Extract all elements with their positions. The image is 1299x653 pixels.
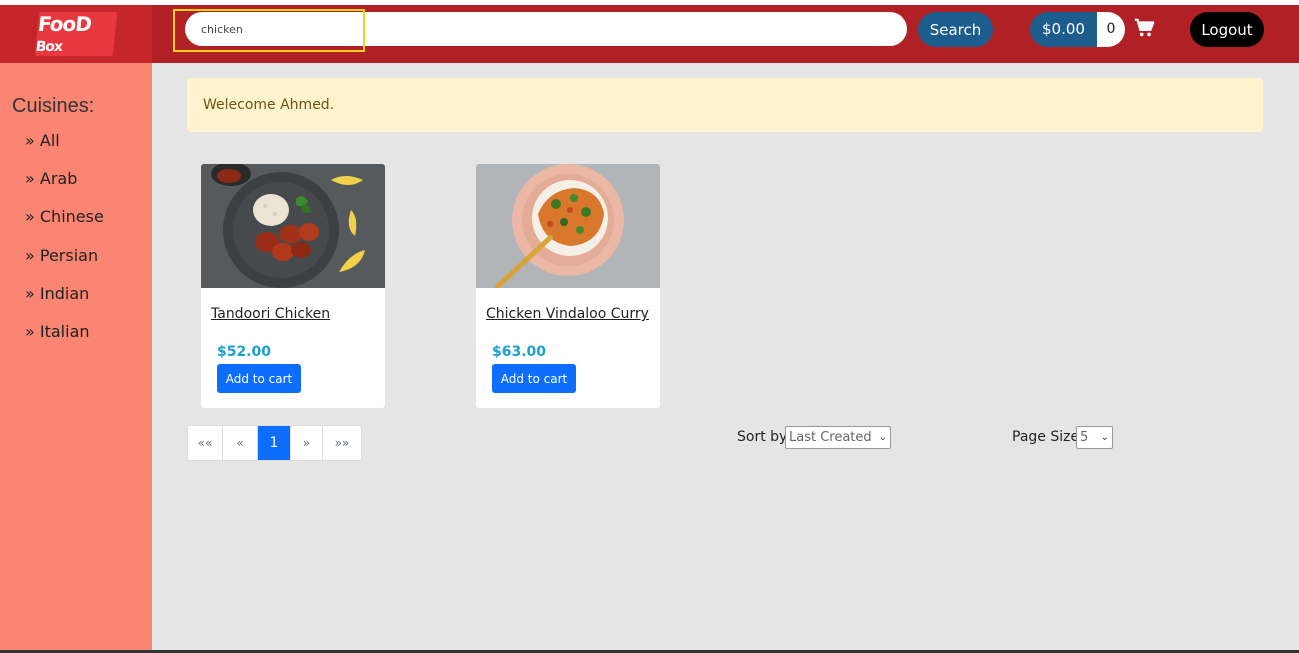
product-price: $52.00: [217, 344, 272, 360]
product-price: $63.00: [492, 344, 547, 360]
page-size-label: Page Size: [1012, 429, 1080, 445]
pagination: «« « 1 » »»: [187, 425, 362, 461]
current-page[interactable]: 1: [258, 426, 291, 460]
product-title[interactable]: Tandoori Chicken: [211, 306, 330, 322]
cart-icon[interactable]: [1133, 17, 1155, 39]
product-card: Chicken Vindaloo Curry $63.00 Add to car…: [476, 164, 660, 408]
cart-total: $0.00: [1030, 12, 1097, 47]
add-to-cart-button[interactable]: Add to cart: [217, 364, 301, 393]
previous-page-link[interactable]: «: [223, 426, 258, 460]
cuisine-item-indian[interactable]: » Indian: [25, 284, 89, 303]
sidebar: Cuisines:: [0, 63, 152, 650]
search-bar: [185, 12, 907, 46]
logout-button[interactable]: Logout: [1190, 12, 1264, 47]
first-page-link[interactable]: ««: [188, 426, 223, 460]
sort-by-label: Sort by: [737, 429, 788, 445]
chevron-down-icon: ⌄: [878, 432, 887, 443]
add-to-cart-button[interactable]: Add to cart: [492, 364, 576, 393]
product-image[interactable]: [476, 164, 660, 288]
page-size-select[interactable]: 5 ⌄: [1076, 426, 1113, 449]
sort-selected-value: Last Created: [789, 430, 872, 445]
cart-summary[interactable]: $0.00 0: [1030, 12, 1125, 47]
cuisine-item-arab[interactable]: » Arab: [25, 169, 77, 188]
search-button[interactable]: Search: [918, 12, 993, 47]
product-title[interactable]: Chicken Vindaloo Curry: [486, 306, 649, 322]
sort-select[interactable]: Last Created ⌄: [785, 426, 891, 449]
cuisine-item-all[interactable]: » All: [25, 131, 60, 150]
logo-box: FooD Box: [34, 12, 118, 56]
next-page-link[interactable]: »: [291, 426, 323, 460]
product-card: Tandoori Chicken $52.00 Add to cart: [201, 164, 385, 408]
cuisine-item-chinese[interactable]: » Chinese: [25, 207, 104, 226]
product-image[interactable]: [201, 164, 385, 288]
cuisine-item-persian[interactable]: » Persian: [25, 246, 98, 265]
sidebar-title: Cuisines:: [12, 95, 95, 117]
cuisine-item-italian[interactable]: » Italian: [25, 322, 90, 341]
logo[interactable]: FooD Box: [0, 5, 152, 63]
page-size-selected-value: 5: [1080, 430, 1089, 445]
chevron-down-icon: ⌄: [1100, 432, 1109, 443]
logo-text: FooD Box: [34, 12, 93, 55]
last-page-link[interactable]: »»: [323, 426, 361, 460]
search-input[interactable]: [185, 12, 907, 46]
welcome-alert: Welecome Ahmed.: [187, 78, 1263, 132]
